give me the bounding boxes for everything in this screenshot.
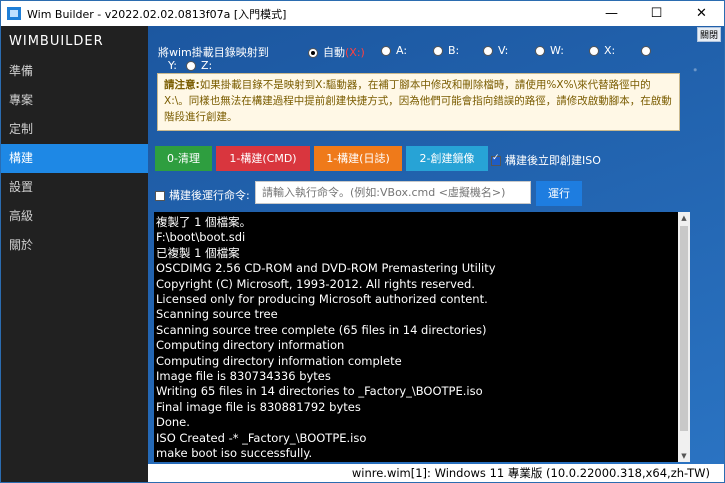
clean-button[interactable]: 0-清理 xyxy=(155,146,212,171)
console-line: Licensed only for producing Microsoft au… xyxy=(156,292,488,307)
radio-icon xyxy=(433,46,443,56)
radio-x[interactable]: X: xyxy=(589,44,615,57)
console-line: 已複製 1 個檔案 xyxy=(156,245,240,260)
minimize-button[interactable]: — xyxy=(589,1,634,26)
drive-mapping-label: 將wim掛載目錄映射到 xyxy=(158,46,269,59)
radio-blank[interactable] xyxy=(641,44,656,57)
build-cmd-button[interactable]: 1-構建(CMD) xyxy=(216,146,310,171)
console-line: Scanning source tree complete (65 files … xyxy=(156,322,487,337)
radio-v[interactable]: V: xyxy=(483,44,508,57)
console-output[interactable]: 複製了 1 個檔案。 F:\boot\boot.sdi 已複製 1 個檔案 OS… xyxy=(154,212,678,462)
sidebar-item-project[interactable]: 專案 xyxy=(1,86,148,115)
console-line: 複製了 1 個檔案。 xyxy=(156,215,252,229)
notice-title: 請注意: xyxy=(164,79,200,91)
console-line: make boot iso successfully. xyxy=(156,446,313,461)
radio-icon xyxy=(589,46,599,56)
console-scrollbar[interactable]: ▲ ▼ xyxy=(678,212,690,462)
window-title: Wim Builder - v2022.02.02.0813f07a [入門模式… xyxy=(27,8,287,21)
status-bar: winre.wim[1]: Windows 11 專業版 (10.0.22000… xyxy=(148,464,724,482)
radio-icon xyxy=(535,46,545,56)
radio-icon xyxy=(186,61,196,71)
notice-box: 請注意:如果掛載目錄不是映射到X:驅動器，在補丁腳本中修改和刪除檔時，請使用%X… xyxy=(157,73,680,131)
console-line: Final image file is 830881792 bytes xyxy=(156,399,361,414)
console-line: Scanning source tree xyxy=(156,307,278,322)
console-line: Computing directory information complete xyxy=(156,353,402,368)
run-button[interactable]: 運行 xyxy=(536,181,582,206)
sidebar-item-prepare[interactable]: 準備 xyxy=(1,57,148,86)
notice-text: 如果掛載目錄不是映射到X:驅動器，在補丁腳本中修改和刪除檔時，請使用%X%\來代… xyxy=(164,79,672,123)
sidebar-item-settings[interactable]: 設置 xyxy=(1,173,148,202)
radio-a[interactable]: A: xyxy=(381,44,407,57)
app-window: Wim Builder - v2022.02.02.0813f07a [入門模式… xyxy=(0,0,725,483)
radio-icon xyxy=(483,46,493,56)
run-after-checkbox[interactable]: 構建後運行命令: xyxy=(155,187,250,203)
console-line: ISO Created -* _Factory_\BOOTPE.iso xyxy=(156,430,367,445)
maximize-button[interactable]: ☐ xyxy=(634,1,679,26)
radio-z[interactable]: Z: xyxy=(186,59,212,72)
close-button[interactable]: ✕ xyxy=(679,1,724,26)
scroll-thumb[interactable] xyxy=(680,226,688,431)
sidebar: WIMBUILDER 準備 專案 定制 構建 設置 高級 關於 xyxy=(1,26,148,482)
console-line: OSCDIMG 2.56 CD-ROM and DVD-ROM Premaste… xyxy=(156,261,496,276)
radio-icon xyxy=(641,46,651,56)
radio-checked-icon xyxy=(308,48,318,58)
console-line: Copyright (C) Microsoft, 1993-2012. All … xyxy=(156,276,475,291)
console-line: Done. xyxy=(156,415,190,430)
radio-auto[interactable]: 自動(X:) xyxy=(308,44,365,60)
close-link[interactable]: 關閉 xyxy=(696,27,721,42)
sidebar-item-about[interactable]: 關於 xyxy=(1,231,148,260)
scroll-down-icon[interactable]: ▼ xyxy=(678,450,690,462)
radio-w[interactable]: W: xyxy=(535,44,564,57)
console-line: Image file is 830734336 bytes xyxy=(156,369,331,384)
scroll-up-icon[interactable]: ▲ xyxy=(678,212,690,224)
console-line: Writing 65 files in 14 directories to _F… xyxy=(156,384,483,399)
console-line: F:\boot\boot.sdi xyxy=(156,230,246,245)
create-iso-button[interactable]: 2-創建鏡像 xyxy=(406,146,488,171)
checkbox-icon xyxy=(155,191,165,201)
radio-icon xyxy=(381,46,391,56)
build-log-button[interactable]: 1-構建(日誌) xyxy=(314,146,402,171)
sidebar-item-build[interactable]: 構建 xyxy=(1,144,148,173)
app-icon xyxy=(7,7,21,20)
checkbox-checked-icon xyxy=(491,153,501,166)
build-panel: 關閉 將wim掛載目錄映射到 自動(X:) A: B: V: W: X: Y: … xyxy=(148,26,724,464)
console-line: Computing directory information xyxy=(156,338,345,353)
sidebar-item-advanced[interactable]: 高級 xyxy=(1,202,148,231)
command-input[interactable] xyxy=(255,181,531,204)
radio-b[interactable]: B: xyxy=(433,44,459,57)
title-bar[interactable]: Wim Builder - v2022.02.02.0813f07a [入門模式… xyxy=(1,1,724,26)
sidebar-item-customize[interactable]: 定制 xyxy=(1,115,148,144)
brand-title: WIMBUILDER xyxy=(9,34,104,49)
radio-y-label: Y: xyxy=(168,59,177,72)
create-iso-after-checkbox[interactable]: 構建後立即創建ISO xyxy=(491,152,601,168)
